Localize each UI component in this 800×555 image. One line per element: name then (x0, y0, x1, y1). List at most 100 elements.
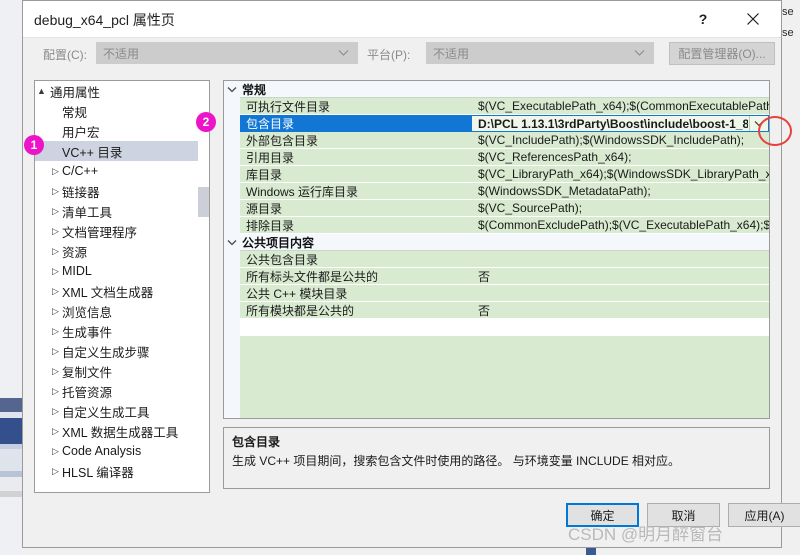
tree-item-15[interactable]: ▷ 托管资源 (35, 381, 209, 401)
tree-item-13[interactable]: ▷ 自定义生成步骤 (35, 341, 209, 361)
tree-item-label: 托管资源 (62, 385, 113, 400)
expand-triangle-icon[interactable]: ▷ (49, 286, 62, 296)
expand-triangle-icon[interactable]: ▷ (49, 166, 62, 176)
property-value-text: $(VC_ExecutablePath_x64);$(CommonExecuta… (478, 99, 769, 113)
property-row-gutter (224, 98, 240, 115)
property-name[interactable]: Windows 运行库目录 (240, 183, 472, 200)
property-value-cell[interactable]: $(VC_ExecutablePath_x64);$(CommonExecuta… (472, 98, 769, 115)
property-row[interactable]: 包含目录 D:\PCL 1.13.1\3rdParty\Boost\include… (224, 115, 769, 132)
tree-item-2[interactable]: 用户宏 (35, 121, 209, 141)
tree-item-16[interactable]: ▷ 自定义生成工具 (35, 401, 209, 421)
property-value-cell[interactable]: 否 (472, 268, 769, 285)
property-value-cell[interactable]: $(CommonExcludePath);$(VC_ExecutablePath… (472, 217, 769, 234)
expand-triangle-icon[interactable]: ▷ (49, 226, 62, 236)
property-name[interactable]: 库目录 (240, 166, 472, 183)
expand-triangle-icon[interactable]: ▷ (49, 446, 62, 456)
collapse-triangle-icon[interactable]: ▲ (35, 86, 48, 96)
property-row[interactable]: 公共 C++ 模块目录 (224, 285, 769, 302)
property-name[interactable]: 可执行文件目录 (240, 98, 472, 115)
tree-item-12[interactable]: ▷ 生成事件 (35, 321, 209, 341)
close-icon[interactable] (731, 1, 775, 36)
expand-triangle-icon[interactable]: ▷ (49, 466, 62, 476)
apply-button[interactable]: 应用(A) (728, 503, 800, 527)
expand-triangle-icon[interactable]: ▷ (49, 206, 62, 216)
property-value-cell[interactable]: $(VC_LibraryPath_x64);$(WindowsSDK_Libra… (472, 166, 769, 183)
property-name[interactable]: 引用目录 (240, 149, 472, 166)
expand-triangle-icon[interactable]: ▷ (49, 326, 62, 336)
property-row[interactable]: 外部包含目录 $(VC_IncludePath);$(WindowsSDK_Inc… (224, 132, 769, 149)
property-value-text: $(CommonExcludePath);$(VC_ExecutablePath… (478, 218, 769, 232)
property-value-cell[interactable]: $(VC_SourcePath); (472, 200, 769, 217)
property-value-cell[interactable]: $(VC_IncludePath);$(WindowsSDK_IncludePa… (472, 132, 769, 149)
property-row[interactable]: 源目录 $(VC_SourcePath); (224, 200, 769, 217)
property-name[interactable]: 公共 C++ 模块目录 (240, 285, 472, 302)
tree-item-11[interactable]: ▷ 浏览信息 (35, 301, 209, 321)
tree-scrollbar-thumb[interactable] (198, 187, 209, 217)
property-category-row[interactable]: 常规 (224, 81, 769, 98)
property-value-cell[interactable] (472, 285, 769, 302)
property-row[interactable]: 公共包含目录 (224, 251, 769, 268)
property-value-text: 否 (478, 303, 491, 318)
tree-item-4[interactable]: ▷ C/C++ (35, 161, 209, 181)
property-name[interactable]: 源目录 (240, 200, 472, 217)
tree-item-3[interactable]: VC++ 目录 (35, 141, 209, 161)
property-name[interactable]: 包含目录 (240, 115, 472, 132)
property-row[interactable]: 排除目录 $(CommonExcludePath);$(VC_Executable… (224, 217, 769, 234)
tree-item-1[interactable]: 常规 (35, 101, 209, 121)
tree-item-18[interactable]: ▷ Code Analysis (35, 441, 209, 461)
property-row[interactable]: Windows 运行库目录 $(WindowsSDK_MetadataPath); (224, 183, 769, 200)
property-value-cell[interactable]: $(WindowsSDK_MetadataPath); (472, 183, 769, 200)
property-grid[interactable]: 常规 可执行文件目录 $(VC_ExecutablePath_x64);$(Comm… (223, 80, 770, 419)
tree-scrollbar[interactable] (198, 81, 209, 492)
configuration-select[interactable]: 不适用 (96, 42, 358, 64)
tree-item-14[interactable]: ▷ 复制文件 (35, 361, 209, 381)
property-value-cell[interactable]: 否 (472, 302, 769, 319)
property-row-gutter (224, 183, 240, 200)
expand-triangle-icon[interactable]: ▷ (49, 266, 62, 276)
tree-item-0[interactable]: ▲ 通用属性 (35, 81, 209, 101)
tree-item-label: 常规 (62, 105, 88, 120)
tree-item-10[interactable]: ▷ XML 文档生成器 (35, 281, 209, 301)
property-name[interactable]: 外部包含目录 (240, 132, 472, 149)
property-row[interactable]: 库目录 $(VC_LibraryPath_x64);$(WindowsSDK_Li… (224, 166, 769, 183)
tree-item-6[interactable]: ▷ 清单工具 (35, 201, 209, 221)
tree-item-7[interactable]: ▷ 文档管理程序 (35, 221, 209, 241)
chevron-down-icon[interactable] (224, 86, 240, 93)
property-name[interactable]: 所有标头文件都是公共的 (240, 268, 472, 285)
property-pages-dialog: debug_x64_pcl 属性页 ? 配置(C): 不适用 平台(P): 不适… (22, 0, 800, 548)
expand-triangle-icon[interactable]: ▷ (49, 366, 62, 376)
tree-item-label: 自定义生成步骤 (62, 345, 150, 360)
tree-item-8[interactable]: ▷ 资源 (35, 241, 209, 261)
ide-background-text: se (782, 6, 794, 18)
tree-item-19[interactable]: ▷ HLSL 编译器 (35, 461, 209, 481)
expand-triangle-icon[interactable]: ▷ (49, 346, 62, 356)
property-row[interactable]: 引用目录 $(VC_ReferencesPath_x64); (224, 149, 769, 166)
property-category-row[interactable]: 公共项目内容 (224, 234, 769, 251)
property-value-cell[interactable]: D:\PCL 1.13.1\3rdParty\Boost\include\boo… (472, 115, 769, 132)
dialog-titlebar: debug_x64_pcl 属性页 ? (23, 1, 781, 38)
platform-select[interactable]: 不适用 (426, 42, 654, 64)
expand-triangle-icon[interactable]: ▷ (49, 306, 62, 316)
tree-item-17[interactable]: ▷ XML 数据生成器工具 (35, 421, 209, 441)
tree-item-9[interactable]: ▷ MIDL (35, 261, 209, 281)
expand-triangle-icon[interactable]: ▷ (49, 246, 62, 256)
expand-triangle-icon[interactable]: ▷ (49, 186, 62, 196)
property-name[interactable]: 公共包含目录 (240, 251, 472, 268)
settings-tree[interactable]: ▲ 通用属性 常规 用户宏 VC++ 目录 ▷ C/C++ ▷ 链接器 ▷ 清单工具 ▷ 文档管理程序 ▷… (34, 80, 210, 493)
chevron-down-icon[interactable] (224, 239, 240, 246)
property-row[interactable]: 所有标头文件都是公共的否 (224, 268, 769, 285)
configuration-manager-button[interactable]: 配置管理器(O)... (669, 42, 775, 65)
expand-triangle-icon[interactable]: ▷ (49, 406, 62, 416)
property-name[interactable]: 排除目录 (240, 217, 472, 234)
expand-triangle-icon[interactable]: ▷ (49, 426, 62, 436)
property-value-cell[interactable]: $(VC_ReferencesPath_x64); (472, 149, 769, 166)
help-icon[interactable]: ? (681, 1, 725, 36)
tree-item-5[interactable]: ▷ 链接器 (35, 181, 209, 201)
property-value-cell[interactable] (472, 251, 769, 268)
property-row[interactable]: 所有模块都是公共的否 (224, 302, 769, 319)
property-name[interactable]: 所有模块都是公共的 (240, 302, 472, 319)
property-row[interactable]: 可执行文件目录 $(VC_ExecutablePath_x64);$(Common… (224, 98, 769, 115)
tree-item-label: MIDL (62, 264, 92, 278)
tree-item-label: 自定义生成工具 (62, 405, 150, 420)
expand-triangle-icon[interactable]: ▷ (49, 386, 62, 396)
